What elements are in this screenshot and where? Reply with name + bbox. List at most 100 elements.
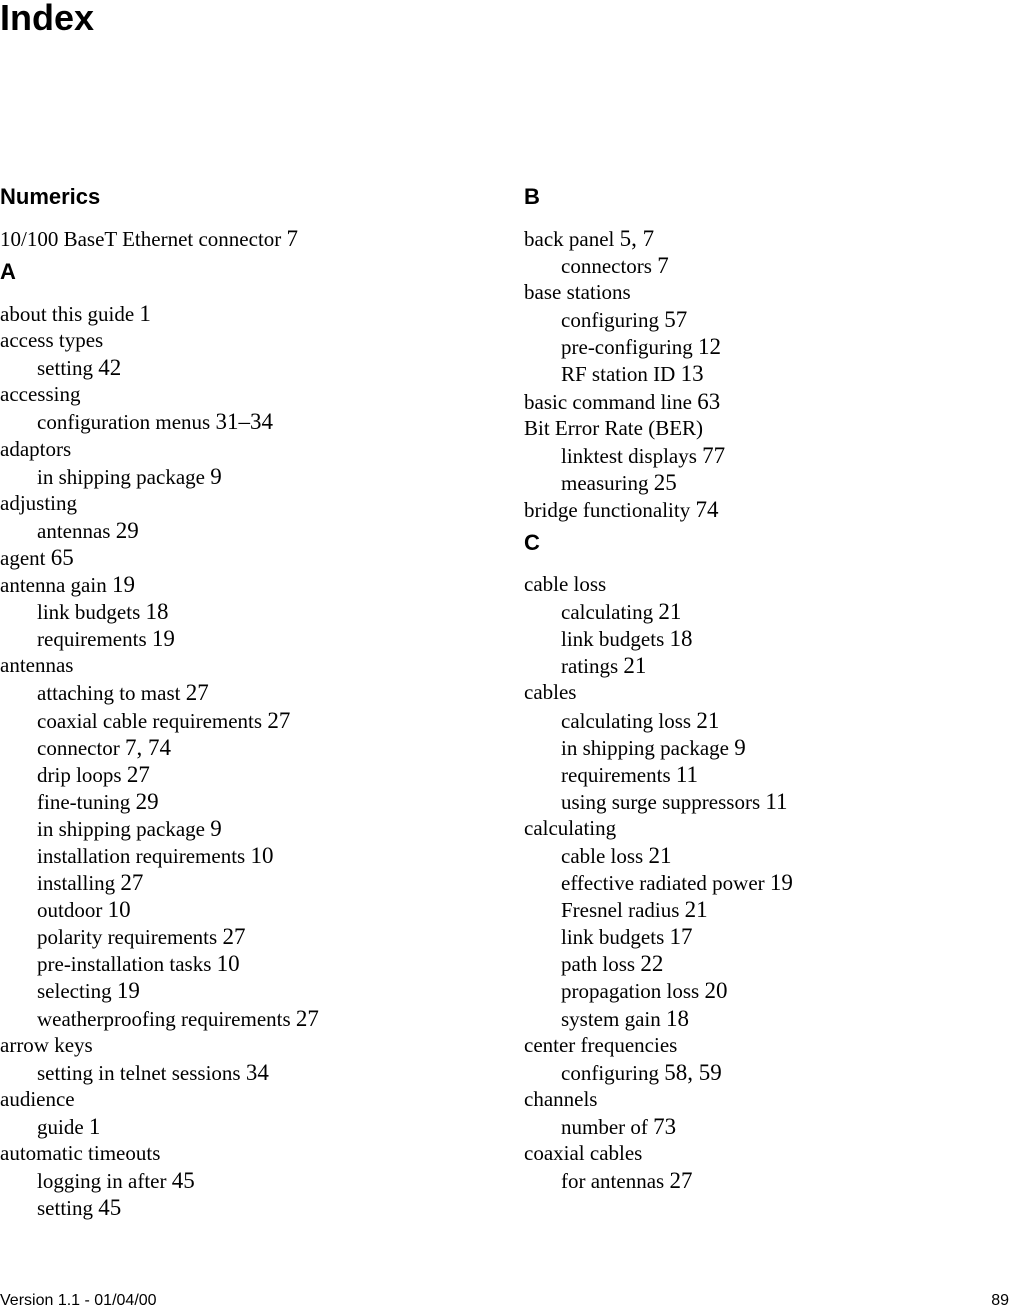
page-reference-link[interactable]: 45 bbox=[172, 1168, 195, 1193]
index-term: back panel bbox=[524, 227, 615, 251]
index-term: using surge suppressors bbox=[561, 789, 761, 814]
page-reference-link[interactable]: 65 bbox=[51, 545, 74, 570]
page-reference-link[interactable]: 73 bbox=[653, 1114, 676, 1139]
index-term: coaxial cable requirements bbox=[37, 708, 263, 733]
page-reference-link[interactable]: 18 bbox=[146, 599, 169, 624]
page-reference-link[interactable]: 9 bbox=[734, 735, 746, 760]
page-reference-link[interactable]: 10 bbox=[217, 951, 240, 976]
page-reference-link[interactable]: 7 bbox=[287, 226, 299, 251]
page-reference-link[interactable]: 45 bbox=[98, 1195, 121, 1220]
page-reference-link[interactable]: 19 bbox=[117, 978, 140, 1003]
index-subentry: outdoor 10 bbox=[0, 896, 470, 923]
page-title: Index bbox=[0, 0, 95, 38]
page-reference-link[interactable]: 9 bbox=[210, 464, 222, 489]
index-subentry: fine-tuning 29 bbox=[0, 788, 470, 815]
page-reference-link[interactable]: 42 bbox=[98, 355, 121, 380]
page-reference-link[interactable]: 21 bbox=[648, 843, 671, 868]
page-reference-link[interactable]: 27 bbox=[222, 924, 245, 949]
page-reference-link[interactable]: 21 bbox=[623, 653, 646, 678]
index-term: about this guide bbox=[0, 302, 135, 327]
index-term: selecting bbox=[37, 979, 112, 1004]
page-reference-link[interactable]: 74 bbox=[695, 497, 718, 522]
index-term: configuring bbox=[561, 1060, 659, 1085]
page-reference-link[interactable]: 7 bbox=[657, 253, 669, 278]
index-subentry: configuring 58, 59 bbox=[524, 1059, 994, 1086]
index-term: automatic timeouts bbox=[0, 1141, 161, 1165]
index-entry: antennas bbox=[0, 652, 470, 679]
index-term: calculating loss bbox=[561, 708, 692, 733]
index-term: configuring bbox=[561, 308, 659, 333]
page-reference-link[interactable]: 20 bbox=[704, 978, 727, 1003]
index-subentry: requirements 11 bbox=[524, 761, 994, 788]
page-reference-link[interactable]: 18 bbox=[670, 626, 693, 651]
page-reference-link[interactable]: 27 bbox=[296, 1006, 319, 1031]
page-reference-link[interactable]: 12 bbox=[698, 334, 721, 359]
page-reference-link[interactable]: 27 bbox=[669, 1168, 692, 1193]
page-reference-link[interactable]: 13 bbox=[681, 361, 704, 386]
index-subentry: propagation loss 20 bbox=[524, 977, 994, 1004]
index-subentry: installing 27 bbox=[0, 869, 470, 896]
index-term: Fresnel radius bbox=[561, 898, 680, 923]
page-reference-link[interactable]: 21 bbox=[696, 708, 719, 733]
page-reference-link[interactable]: 57 bbox=[664, 307, 687, 332]
page-reference-link[interactable]: 77 bbox=[702, 443, 725, 468]
index-entry: about this guide 1 bbox=[0, 300, 470, 327]
page-reference-link[interactable]: 1 bbox=[89, 1114, 101, 1139]
index-entry: calculating bbox=[524, 815, 994, 842]
page-reference-link[interactable]: 25 bbox=[654, 470, 677, 495]
index-term: agent bbox=[0, 545, 46, 570]
index-entry: agent 65 bbox=[0, 544, 470, 571]
index-term: in shipping package bbox=[561, 735, 729, 760]
index-subentry: attaching to mast 27 bbox=[0, 679, 470, 706]
page-reference-link[interactable]: 27 bbox=[127, 762, 150, 787]
index-term: for antennas bbox=[561, 1169, 665, 1194]
page-reference-link[interactable]: 58, 59 bbox=[664, 1060, 722, 1085]
index-entry: automatic timeouts bbox=[0, 1140, 470, 1167]
page-reference-link[interactable]: 10 bbox=[250, 843, 273, 868]
index-term: calculating bbox=[561, 600, 654, 625]
page-reference-link[interactable]: 63 bbox=[697, 389, 720, 414]
index-subentry: polarity requirements 27 bbox=[0, 923, 470, 950]
index-subentry: in shipping package 9 bbox=[524, 734, 994, 761]
page-reference-link[interactable]: 22 bbox=[640, 951, 663, 976]
page-reference-link[interactable]: 11 bbox=[765, 789, 787, 814]
index-subentry: RF station ID 13 bbox=[524, 360, 994, 387]
index-term: setting bbox=[37, 356, 93, 381]
page-reference-link[interactable]: 31–34 bbox=[215, 409, 273, 434]
page-reference-link[interactable]: 19 bbox=[112, 572, 135, 597]
page-reference-link[interactable]: 21 bbox=[658, 599, 681, 624]
index-entry: center frequencies bbox=[524, 1032, 994, 1059]
index-subentry: cable loss 21 bbox=[524, 842, 994, 869]
index-term: propagation loss bbox=[561, 979, 700, 1004]
page-reference-link[interactable]: 27 bbox=[120, 870, 143, 895]
index-subentry: pre-installation tasks 10 bbox=[0, 950, 470, 977]
page-reference-link[interactable]: 17 bbox=[670, 924, 693, 949]
index-subentry: connector 7, 74 bbox=[0, 734, 470, 761]
index-term: antennas bbox=[0, 653, 74, 678]
page-reference-link[interactable]: 1 bbox=[139, 301, 151, 326]
page-reference-link[interactable]: 29 bbox=[116, 518, 139, 543]
page-reference-link[interactable]: 19 bbox=[152, 626, 175, 651]
page-reference-link[interactable]: 29 bbox=[136, 789, 159, 814]
index-term: audience bbox=[0, 1086, 75, 1111]
page-reference-link[interactable]: 9 bbox=[210, 816, 222, 841]
footer-page-number: 89 bbox=[991, 1292, 1009, 1309]
page-reference-link[interactable]: 34 bbox=[246, 1060, 269, 1085]
index-term: in shipping package bbox=[37, 464, 205, 489]
page-reference-link[interactable]: 18 bbox=[666, 1006, 689, 1031]
page-reference-link[interactable]: 27 bbox=[267, 708, 290, 733]
index-term: Bit Error Rate (BER) bbox=[524, 415, 704, 440]
page-reference-link[interactable]: 11 bbox=[676, 762, 698, 787]
page-reference-link[interactable]: 10 bbox=[108, 897, 131, 922]
index-term: system gain bbox=[561, 1006, 661, 1031]
page-reference-link[interactable]: 5, 7 bbox=[620, 226, 655, 251]
page-reference-link[interactable]: 21 bbox=[685, 897, 708, 922]
index-term: link budgets bbox=[561, 925, 665, 950]
index-term: base stations bbox=[524, 280, 631, 305]
index-subentry: weatherproofing requirements 27 bbox=[0, 1005, 470, 1032]
index-term: polarity requirements bbox=[37, 925, 218, 950]
page-reference-link[interactable]: 19 bbox=[770, 870, 793, 895]
page-reference-link[interactable]: 27 bbox=[186, 680, 209, 705]
page-reference-link[interactable]: 7, 74 bbox=[125, 735, 171, 760]
index-subentry: number of 73 bbox=[524, 1113, 994, 1140]
